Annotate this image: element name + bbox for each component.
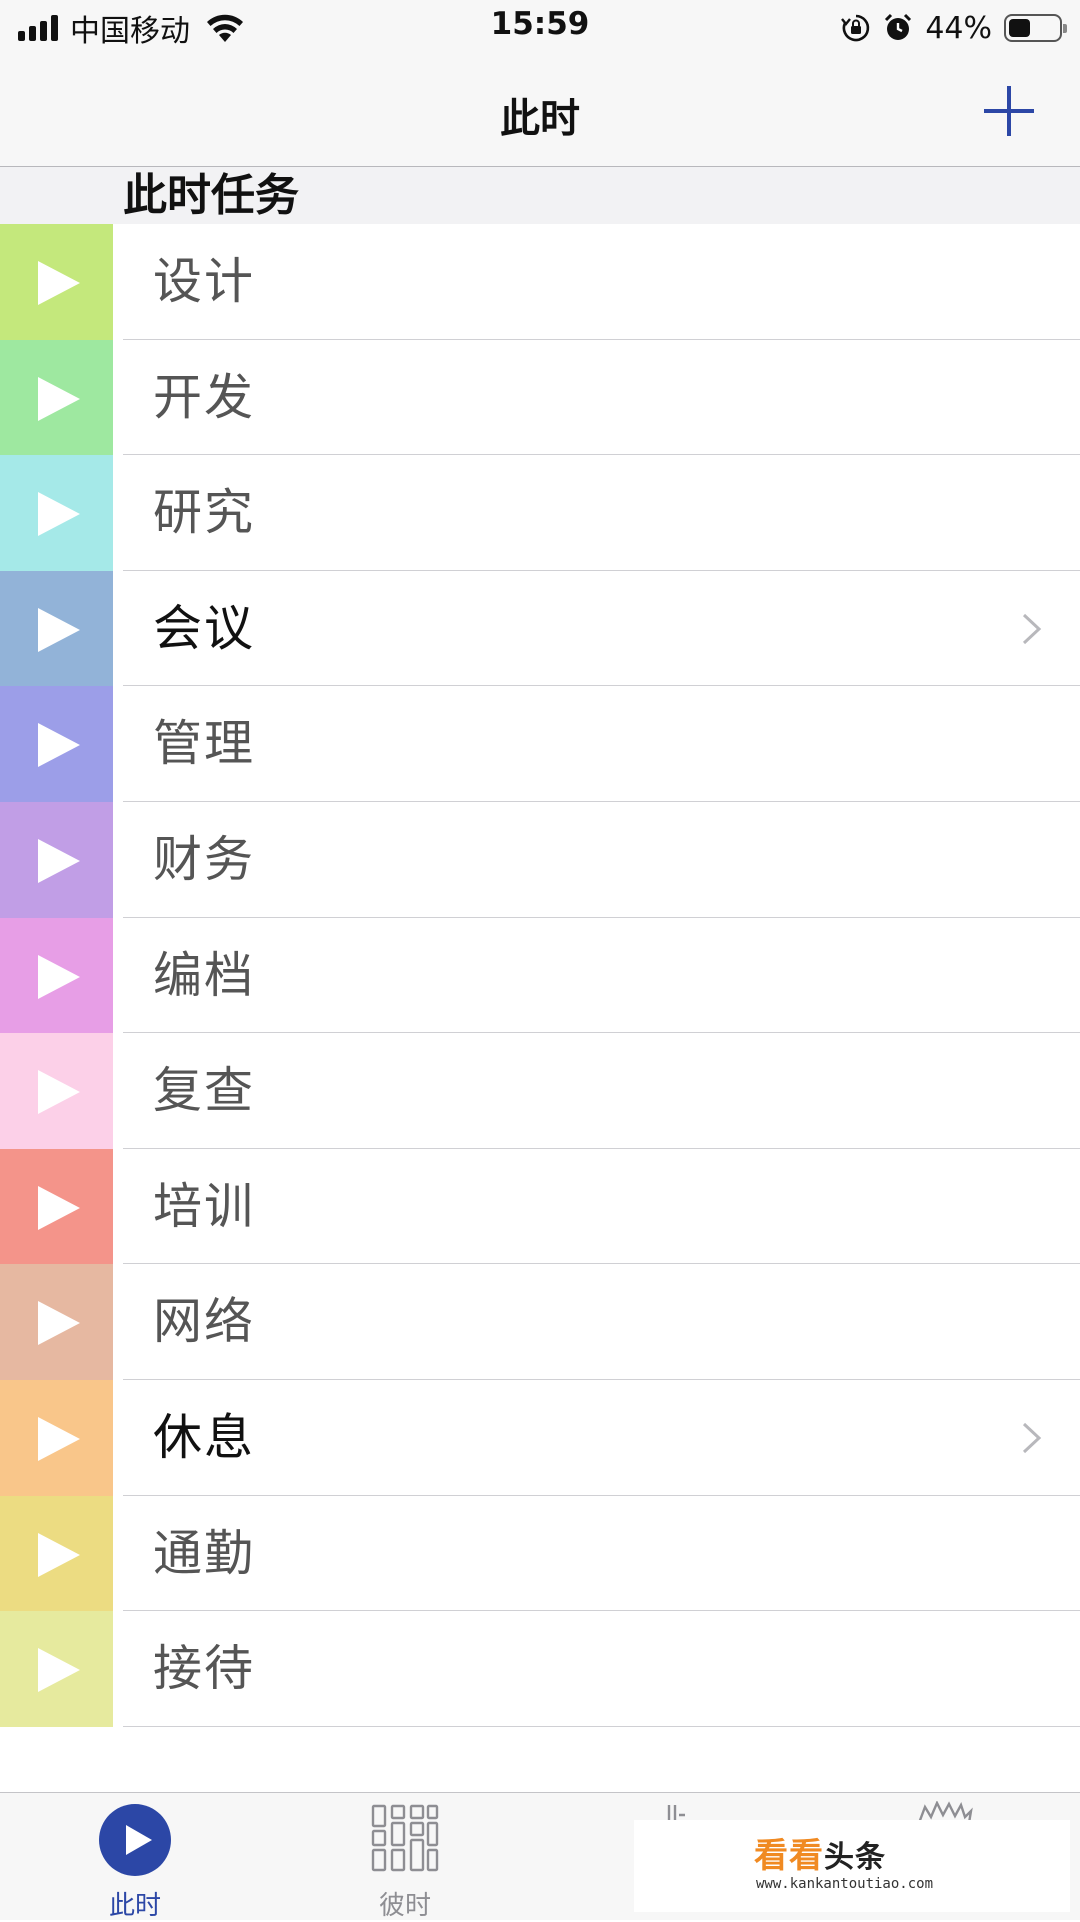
play-icon [38, 1301, 80, 1346]
orientation-lock-icon [841, 14, 870, 42]
task-color-swatch[interactable] [0, 1611, 113, 1727]
chevron-right-icon[interactable] [1020, 1420, 1044, 1456]
watermark-url: www.kankantoutiao.com [756, 1876, 934, 1892]
play-icon [38, 723, 80, 768]
task-row[interactable]: 开发 [0, 339, 1080, 456]
task-row[interactable]: 设计 [0, 224, 1080, 340]
chevron-right-icon[interactable] [1020, 611, 1044, 647]
task-label: 通勤 [153, 1524, 256, 1582]
task-row[interactable]: 培训 [0, 1148, 1080, 1265]
play-icon [38, 1416, 80, 1461]
task-label: 会议 [153, 599, 256, 657]
task-label: 研究 [153, 484, 256, 542]
task-row[interactable]: 会议 [0, 570, 1080, 687]
task-label: 财务 [153, 830, 256, 888]
task-list: 设计开发研究会议管理财务编档复查培训网络休息通勤接待 [0, 224, 1080, 1727]
watermark-text-a: 看看 [754, 1836, 824, 1876]
task-row[interactable]: 接待 [0, 1611, 1080, 1727]
alarm-icon [885, 13, 912, 40]
navigation-bar: 此时 [0, 56, 1080, 167]
task-label: 设计 [153, 253, 256, 310]
battery-percent: 44% [925, 10, 992, 46]
task-row[interactable]: 管理 [0, 686, 1080, 802]
row-divider [123, 1725, 1080, 1727]
play-icon [38, 376, 80, 421]
page-title: 此时 [500, 96, 580, 142]
task-row[interactable]: 休息 [0, 1379, 1080, 1496]
play-icon [38, 261, 80, 305]
plus-icon [984, 86, 1034, 136]
tab-now[interactable]: 此时 [0, 1793, 270, 1921]
task-label: 管理 [153, 715, 256, 773]
task-color-swatch[interactable] [0, 224, 113, 340]
task-row[interactable]: 研究 [0, 455, 1080, 571]
task-color-swatch[interactable] [0, 686, 113, 802]
play-icon [38, 838, 80, 883]
tab-then-label: 彼时 [378, 1891, 431, 1921]
watermark-logo: 看看头条 [754, 1828, 886, 1877]
task-color-swatch[interactable] [0, 1033, 113, 1149]
section-header: 此时任务 [0, 167, 1080, 224]
task-label: 接待 [153, 1640, 256, 1698]
play-icon [38, 1648, 80, 1693]
play-icon [38, 1185, 80, 1230]
play-icon [38, 954, 80, 999]
tab-then[interactable]: 彼时 [270, 1793, 540, 1921]
add-button[interactable] [976, 78, 1042, 144]
task-color-swatch[interactable] [0, 801, 113, 918]
play-circle-icon [99, 1804, 171, 1876]
task-label: 培训 [153, 1177, 256, 1235]
task-color-swatch[interactable] [0, 339, 113, 456]
watermark: 看看头条 www.kankantoutiao.com [634, 1820, 1070, 1912]
status-bar: 中国移动 15:59 44% [0, 0, 1080, 56]
tab-now-label: 此时 [108, 1891, 161, 1921]
task-color-swatch[interactable] [0, 455, 113, 571]
task-color-swatch[interactable] [0, 570, 113, 687]
play-icon [38, 492, 80, 537]
play-icon [38, 1070, 80, 1115]
grid-icon [371, 1804, 439, 1872]
play-icon [38, 607, 80, 652]
task-color-swatch[interactable] [0, 1264, 113, 1380]
section-title: 此时任务 [123, 170, 299, 221]
task-row[interactable]: 通勤 [0, 1495, 1080, 1612]
task-row[interactable]: 编档 [0, 917, 1080, 1034]
battery-icon [1004, 14, 1067, 42]
task-label: 复查 [153, 1062, 256, 1120]
task-row[interactable]: 财务 [0, 801, 1080, 918]
task-color-swatch[interactable] [0, 1148, 113, 1265]
watermark-text-b: 头条 [824, 1840, 886, 1875]
task-label: 网络 [153, 1293, 256, 1351]
task-row[interactable]: 复查 [0, 1033, 1080, 1149]
task-label: 休息 [153, 1408, 256, 1466]
task-label: 编档 [153, 946, 256, 1004]
task-row[interactable]: 网络 [0, 1264, 1080, 1380]
task-color-swatch[interactable] [0, 917, 113, 1034]
task-label: 开发 [153, 368, 256, 426]
task-color-swatch[interactable] [0, 1495, 113, 1612]
status-right: 44% [841, 8, 1067, 48]
task-color-swatch[interactable] [0, 1379, 113, 1496]
play-icon [38, 1532, 80, 1577]
